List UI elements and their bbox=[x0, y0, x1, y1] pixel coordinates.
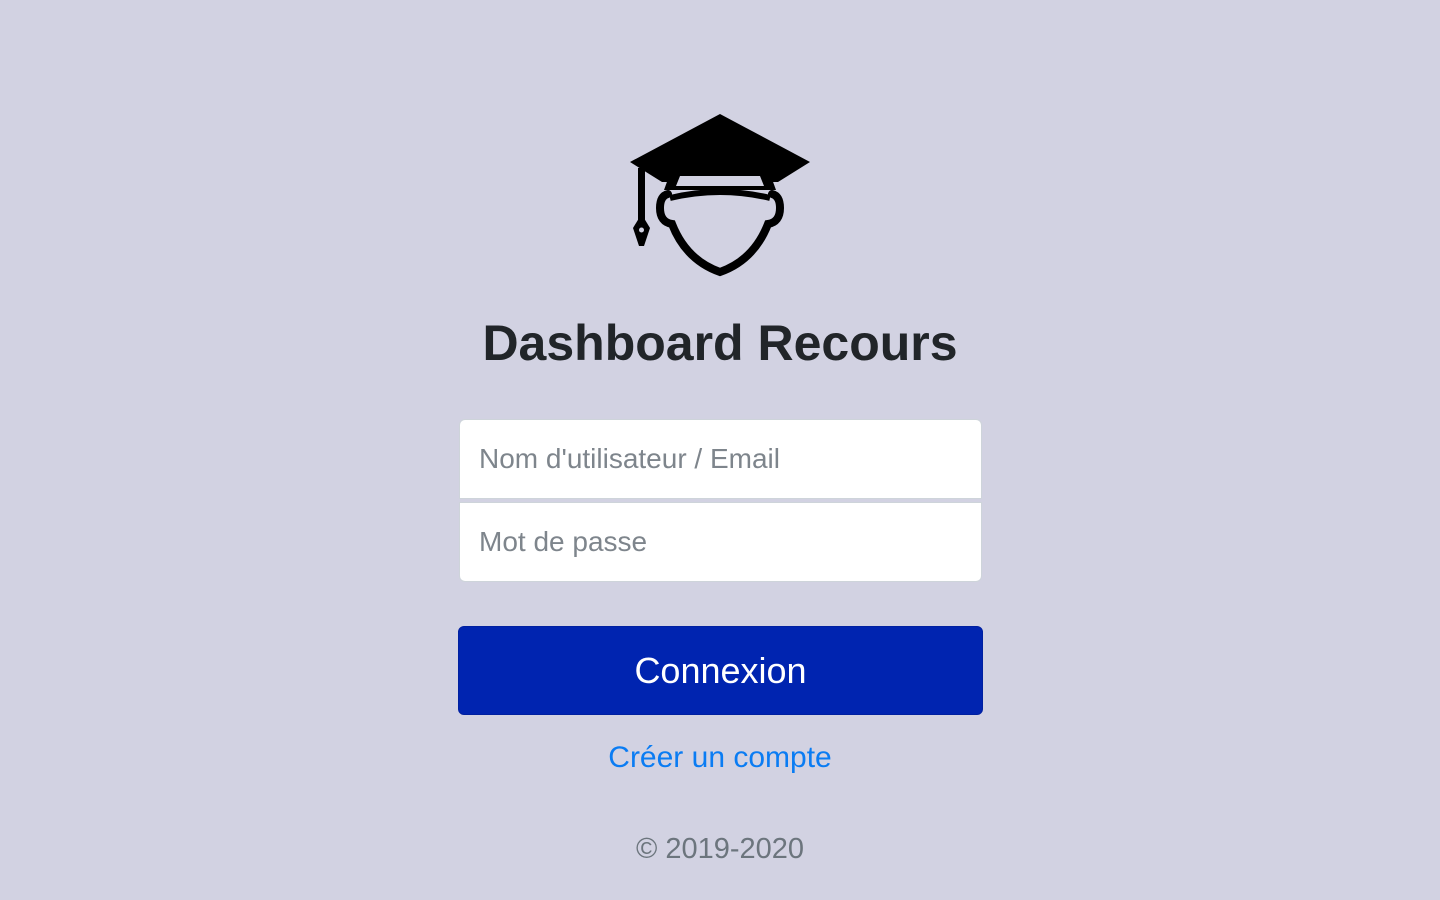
password-input[interactable] bbox=[459, 502, 982, 582]
login-page: Dashboard Recours Connexion Créer un com… bbox=[0, 0, 1440, 900]
graduation-cap-head-icon bbox=[630, 114, 810, 277]
copyright-text: © 2019-2020 bbox=[635, 833, 805, 865]
login-button[interactable]: Connexion bbox=[458, 626, 983, 715]
login-form bbox=[459, 419, 982, 582]
create-account-link[interactable]: Créer un compte bbox=[608, 741, 831, 774]
username-email-input[interactable] bbox=[459, 419, 982, 499]
create-account-link-wrapper: Créer un compte bbox=[0, 737, 1440, 779]
page-title: Dashboard Recours bbox=[482, 315, 958, 371]
